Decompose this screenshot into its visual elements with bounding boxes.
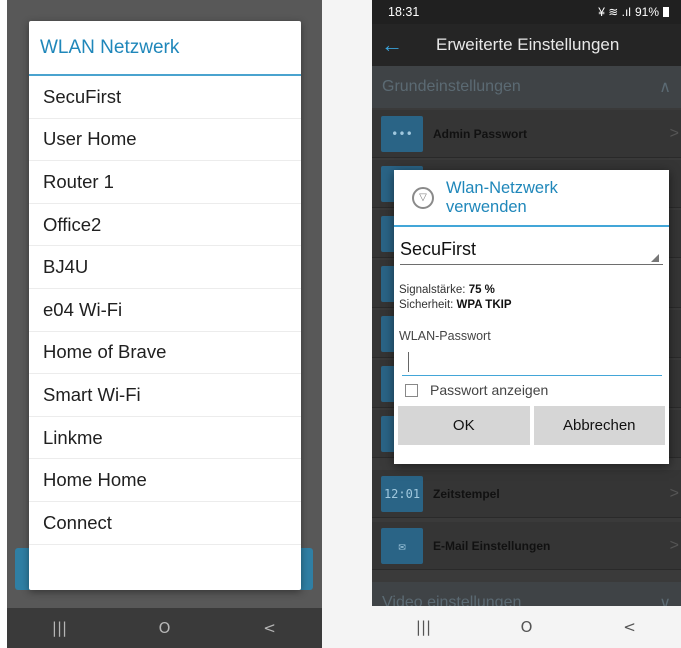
clock-display-icon: 12:01 <box>381 475 423 512</box>
password-dots-icon: ••• <box>381 115 423 152</box>
row-admin-password[interactable]: ••• Admin Passwort > <box>372 110 681 158</box>
wlan-password-dialog: ▽ Wlan-Netzwerk verwenden SecuFirst Sign… <box>394 170 669 464</box>
security-info: Sicherheit: WPA TKIP <box>399 298 669 313</box>
network-item-home-of-brave[interactable]: Home of Brave <box>29 332 301 375</box>
back-button[interactable]: < <box>600 607 660 647</box>
right-navigation-bar: ||| O < <box>372 606 681 648</box>
row-label: E-Mail Einstellungen <box>433 538 551 553</box>
home-button[interactable]: O <box>497 607 557 647</box>
row-timestamp[interactable]: 12:01 Zeitstempel > <box>372 470 681 518</box>
network-item-e04-wifi[interactable]: e04 Wi-Fi <box>29 289 301 332</box>
network-item-connect[interactable]: Connect <box>29 502 301 545</box>
text-cursor <box>408 352 409 372</box>
show-password-label: Passwort anzeigen <box>430 382 549 398</box>
signal-label: Signalstärke: <box>399 284 466 296</box>
chevron-right-icon: > <box>669 124 679 142</box>
network-item-linkme[interactable]: Linkme <box>29 417 301 460</box>
network-list: SecuFirst User Home Router 1 Office2 BJ4… <box>29 76 301 545</box>
security-label: Sicherheit: <box>399 299 454 311</box>
app-bar: ← Erweiterte Einstellungen <box>372 24 681 66</box>
wifi-icon: ▽ <box>412 186 434 209</box>
dialog-title: Wlan-Netzwerk verwenden <box>446 178 558 216</box>
dialog-buttons: OK Abbrechen <box>394 406 669 445</box>
signal-info: Signalstärke: 75 % <box>399 283 669 298</box>
ssid-select[interactable]: SecuFirst <box>400 235 663 265</box>
recent-apps-button[interactable]: ||| <box>30 608 90 648</box>
password-label: WLAN-Passwort <box>399 329 491 343</box>
signal-value: 75 % <box>468 284 495 296</box>
envelope-icon: ✉ <box>381 527 423 564</box>
show-password-checkbox[interactable] <box>405 383 418 397</box>
network-item-secufirst[interactable]: SecuFirst <box>29 76 301 119</box>
status-bar: 18:31 ¥ ≋ .ıl 91% <box>372 0 681 24</box>
row-label: Zeitstempel <box>433 486 500 501</box>
battery-level: 91% <box>634 5 659 19</box>
background-divider <box>322 0 372 648</box>
screenshot-canvas: WLAN Netzwerk SecuFirst User Home Router… <box>0 0 681 648</box>
back-button[interactable]: < <box>240 608 300 648</box>
password-input[interactable] <box>402 348 662 376</box>
security-value: WPA TKIP <box>456 299 512 311</box>
app-title: Erweiterte Einstellungen <box>436 35 620 54</box>
show-password-row[interactable]: Passwort anzeigen <box>405 382 669 398</box>
chevron-right-icon: > <box>669 536 679 554</box>
section-header-basic[interactable]: Grundeinstellungen ∧ <box>372 66 681 108</box>
network-item-home-home[interactable]: Home Home <box>29 459 301 502</box>
chevron-up-icon: ∧ <box>659 79 671 96</box>
ssid-value: SecuFirst <box>400 239 477 259</box>
battery-icon <box>663 7 669 17</box>
right-phone-screen: 18:31 ¥ ≋ .ıl 91% ← Erweiterte Einstellu… <box>372 0 681 648</box>
dropdown-arrow-icon <box>651 254 659 262</box>
ok-button[interactable]: OK <box>398 406 530 445</box>
signal-wifi-icon: ¥ ≋ .ıl <box>598 5 631 19</box>
network-item-office2[interactable]: Office2 <box>29 204 301 247</box>
chevron-right-icon: > <box>669 484 679 502</box>
wlan-network-dialog: WLAN Netzwerk SecuFirst User Home Router… <box>29 21 301 590</box>
left-phone-screen: WLAN Netzwerk SecuFirst User Home Router… <box>7 0 322 648</box>
dialog-title: WLAN Netzwerk <box>29 21 301 76</box>
back-arrow-icon[interactable]: ← <box>372 24 412 66</box>
cancel-button[interactable]: Abbrechen <box>533 406 665 445</box>
left-navigation-bar: ||| O < <box>7 608 322 648</box>
row-email-settings[interactable]: ✉ E-Mail Einstellungen > <box>372 522 681 570</box>
dialog-header: ▽ Wlan-Netzwerk verwenden <box>394 170 669 227</box>
recent-apps-button[interactable]: ||| <box>394 607 454 647</box>
network-item-smart-wifi[interactable]: Smart Wi-Fi <box>29 374 301 417</box>
status-indicators: ¥ ≋ .ıl 91% <box>598 5 669 19</box>
network-item-bj4u[interactable]: BJ4U <box>29 246 301 289</box>
network-item-router-1[interactable]: Router 1 <box>29 161 301 204</box>
home-button[interactable]: O <box>135 608 195 648</box>
row-label: Admin Passwort <box>433 126 528 141</box>
network-item-user-home[interactable]: User Home <box>29 119 301 162</box>
status-time: 18:31 <box>388 5 420 19</box>
section-label: Grundeinstellungen <box>382 78 521 95</box>
